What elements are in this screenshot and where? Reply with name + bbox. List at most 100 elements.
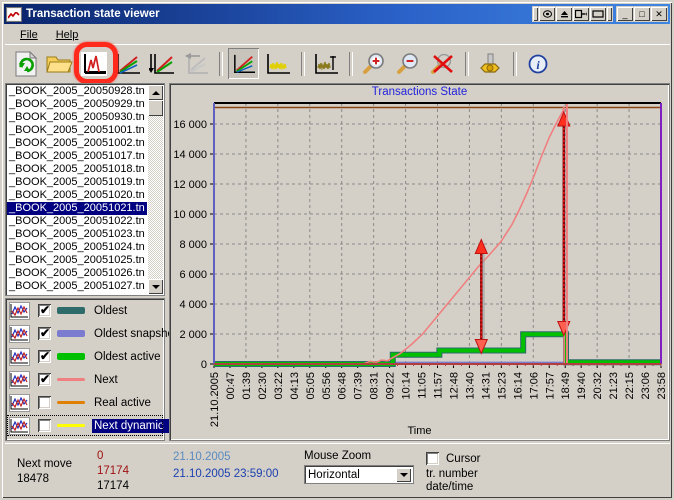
rollup-icon[interactable] <box>556 7 572 21</box>
list-item[interactable]: _BOOK_2005_20051002.tn <box>7 137 147 150</box>
list-item[interactable]: _BOOK_2005_20051021.tn <box>7 202 147 215</box>
list-item[interactable]: _BOOK_2005_20051026.tn <box>7 267 147 280</box>
activity-graph-button[interactable] <box>262 48 293 79</box>
settings-button[interactable] <box>474 48 505 79</box>
mini-chart-icon[interactable] <box>9 370 30 389</box>
x-tick-label: 10:14 <box>401 372 413 400</box>
menu-help-label: Help <box>55 29 79 41</box>
x-tick-label: 21.10.2005 <box>209 372 221 427</box>
zoom-out-button[interactable] <box>392 48 423 79</box>
x-tick-label: 13:40 <box>464 372 476 400</box>
mouse-zoom-label: Mouse Zoom <box>304 450 372 462</box>
legend-checkbox[interactable]: ✔ <box>38 350 51 363</box>
mouse-zoom-select[interactable]: Horizontal <box>304 465 414 484</box>
scroll-down-button[interactable] <box>148 279 163 294</box>
maximize-button[interactable]: □ <box>634 7 650 21</box>
x-tick-label: 11:57 <box>433 372 445 399</box>
x-tick-label: 16:14 <box>512 372 524 400</box>
mini-chart-icon[interactable] <box>9 324 30 343</box>
list-item[interactable]: _BOOK_2005_20050928.tn <box>7 85 147 98</box>
zoom-in-button[interactable] <box>358 48 389 79</box>
pin-icon[interactable] <box>539 7 555 21</box>
chart-panel[interactable]: Transactions State 02 000 4 000 6 000 8 000… <box>169 83 670 441</box>
list-item[interactable]: _BOOK_2005_20051025.tn <box>7 254 147 267</box>
list-item[interactable]: _BOOK_2005_20051022.tn <box>7 215 147 228</box>
list-item[interactable]: _BOOK_2005_20051001.tn <box>7 124 147 137</box>
close-button[interactable]: ✕ <box>651 7 667 21</box>
legend-row[interactable]: ✔ Next <box>6 368 164 391</box>
x-tick-label: 04:13 <box>289 372 301 400</box>
next-move-block: Next move 18478 <box>17 457 72 487</box>
open-folder-button[interactable] <box>44 48 75 79</box>
menu-file[interactable]: File <box>11 27 47 43</box>
x-tick-label: 18:49 <box>560 372 572 400</box>
cursor-toggle-row[interactable]: Cursor <box>426 452 481 465</box>
file-list[interactable]: _BOOK_2005_20050928.tn _BOOK_2005_2005092… <box>5 83 165 296</box>
minimize-button[interactable]: _ <box>617 7 633 21</box>
legend-label: Oldest <box>94 304 128 317</box>
mini-chart-icon[interactable] <box>9 393 30 412</box>
legend-row[interactable]: ✔ Oldest snapshot <box>6 322 177 345</box>
y-tick-label: 12 000 <box>173 179 207 191</box>
y-tick-label: 4 000 <box>179 299 207 311</box>
about-button[interactable]: i <box>522 48 553 79</box>
align-step-button[interactable] <box>180 48 211 79</box>
mini-chart-icon[interactable] <box>9 347 30 366</box>
x-tick-label: 23:58 <box>656 372 668 400</box>
scroll-up-button[interactable] <box>148 85 163 100</box>
list-item[interactable]: _BOOK_2005_20051027.tn <box>7 280 147 293</box>
restore-icon[interactable] <box>590 7 606 21</box>
list-item[interactable]: _BOOK_2005_20050930.tn <box>7 111 147 124</box>
list-item[interactable]: _BOOK_2005_20051023.tn <box>7 228 147 241</box>
x-tick-label: 21:23 <box>608 372 620 400</box>
file-list-scrollbar[interactable] <box>148 85 163 294</box>
x-tick-label: 02:30 <box>257 372 269 400</box>
list-item[interactable]: _BOOK_2005_20050929.tn <box>7 98 147 111</box>
legend-row[interactable]: Real active <box>6 391 164 414</box>
y-tick-label: 10 000 <box>173 209 207 221</box>
list-item[interactable]: _BOOK_2005_20051019.tn <box>7 176 147 189</box>
state-graph-button[interactable] <box>228 48 259 79</box>
cursor-checkbox[interactable] <box>426 452 439 465</box>
zoom-reset-button[interactable] <box>426 48 457 79</box>
window-title: Transaction state viewer <box>26 8 160 20</box>
chevron-down-icon[interactable] <box>396 468 411 482</box>
lines-view-button[interactable] <box>112 48 143 79</box>
marker-graph-button[interactable] <box>310 48 341 79</box>
float-icon[interactable] <box>573 7 589 21</box>
refresh-button[interactable] <box>10 48 41 79</box>
application-window: Transaction state viewer _ □ ✕ File Help… <box>0 0 674 500</box>
legend-color-swatch <box>57 330 85 337</box>
list-item[interactable]: _BOOK_2005_20051017.tn <box>7 150 147 163</box>
legend-checkbox[interactable]: ✔ <box>38 373 51 386</box>
transactions-state-plot[interactable]: 0 2 000 4 000 6 000 8 000 10 000 12 000 14 000 1… <box>170 84 669 440</box>
mini-chart-icon[interactable] <box>9 416 30 435</box>
histogram-view-button[interactable] <box>78 48 109 79</box>
legend-checkbox[interactable] <box>38 396 51 409</box>
chart-app-icon <box>6 6 22 22</box>
legend-label: Next <box>94 373 118 386</box>
scroll-thumb[interactable] <box>148 100 163 116</box>
y-tick-label: 0 <box>201 359 207 371</box>
menu-help[interactable]: Help <box>47 27 88 43</box>
titlebar-grip-left[interactable] <box>533 7 538 21</box>
list-item[interactable]: _BOOK_2005_20051018.tn <box>7 163 147 176</box>
legend-color-swatch <box>57 378 85 381</box>
legend-row[interactable]: ✔ Oldest <box>6 299 164 322</box>
legend-label: Oldest active <box>94 350 161 363</box>
legend-checkbox[interactable]: ✔ <box>38 304 51 317</box>
legend-row[interactable]: Next dynamic <box>6 414 218 437</box>
legend-checkbox[interactable] <box>38 419 51 432</box>
legend-row[interactable]: ✔ Oldest active <box>6 345 164 368</box>
scroll-track[interactable] <box>148 100 163 279</box>
legend-color-swatch <box>57 307 85 314</box>
list-item[interactable]: _BOOK_2005_20051020.tn <box>7 189 147 202</box>
align-left-button[interactable] <box>146 48 177 79</box>
x-tick-label: 22:15 <box>624 372 636 400</box>
titlebar-grip-right[interactable] <box>607 7 612 21</box>
list-item[interactable]: _BOOK_2005_20051024.tn <box>7 241 147 254</box>
legend-checkbox[interactable]: ✔ <box>38 327 51 340</box>
mini-chart-icon[interactable] <box>9 301 30 320</box>
x-tick-label: 05:05 <box>305 372 317 400</box>
cursor-readout: tr. number date/time <box>426 468 478 494</box>
